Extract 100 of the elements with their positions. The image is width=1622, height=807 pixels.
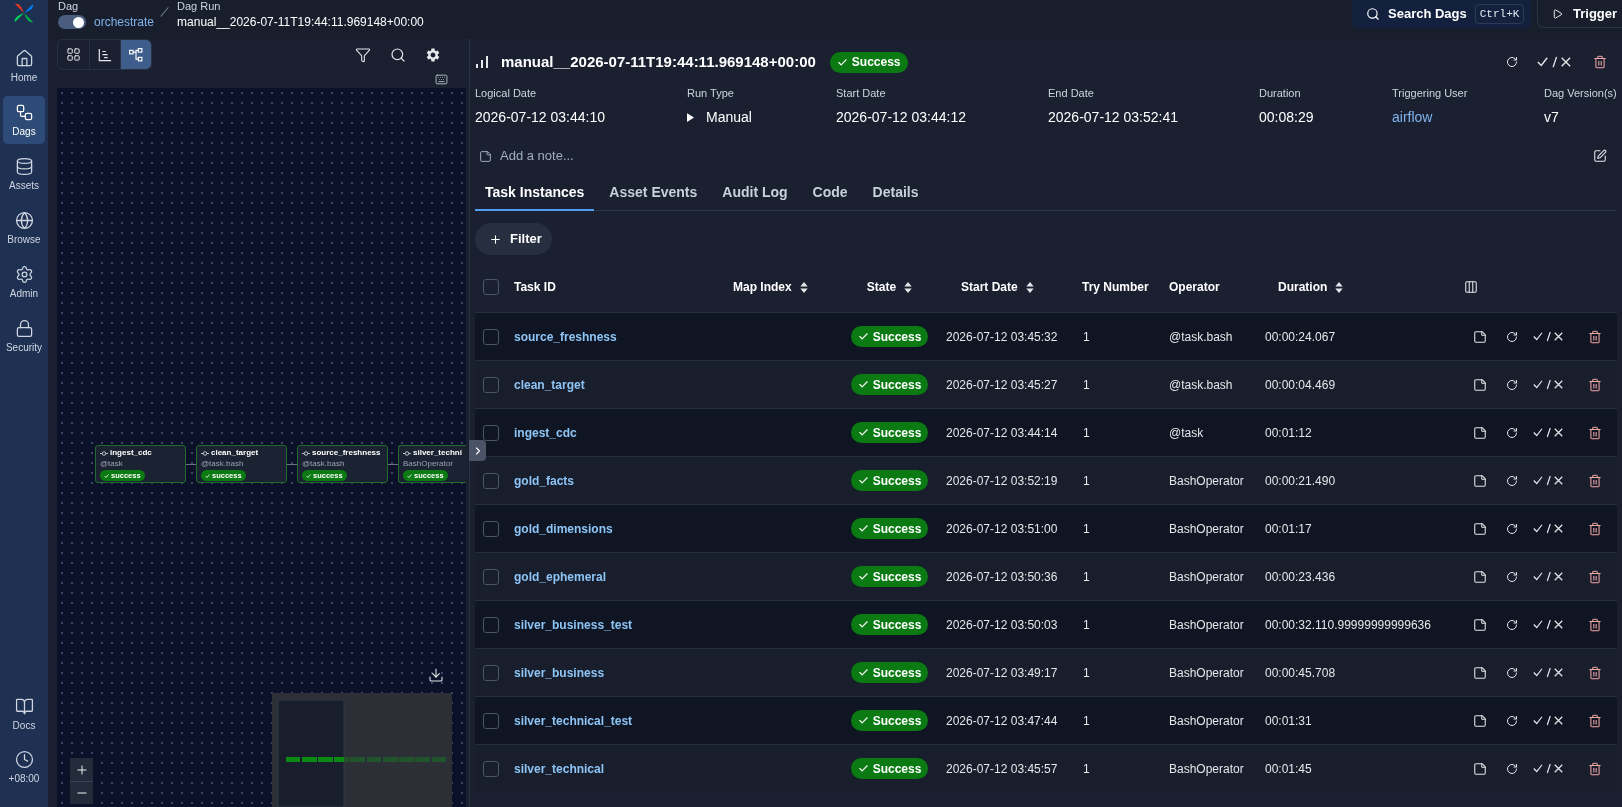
delete-button[interactable]: [1588, 761, 1602, 776]
edit-note-button[interactable]: [1593, 149, 1607, 163]
dag-run-name[interactable]: manual__2026-07-11T19:44:11.969148+00:00: [177, 15, 424, 29]
note-placeholder[interactable]: Add a note...: [500, 146, 574, 166]
add-note-button[interactable]: [1473, 617, 1487, 632]
mark-state-button[interactable]: [1533, 763, 1563, 774]
clear-task-button[interactable]: [1506, 378, 1518, 391]
checkbox[interactable]: [483, 279, 499, 295]
mark-state-button[interactable]: [1533, 571, 1563, 582]
sidebar-item[interactable]: Dags: [3, 96, 45, 144]
task-id-link[interactable]: gold_dimensions: [514, 519, 613, 538]
clear-task-button[interactable]: [1506, 522, 1518, 535]
checkbox[interactable]: [483, 712, 499, 729]
clear-task-button[interactable]: [1506, 474, 1518, 487]
checkbox[interactable]: [483, 328, 499, 345]
columns-button[interactable]: [1464, 280, 1478, 294]
pinwheel-logo[interactable]: [12, 1, 36, 25]
task-id-link[interactable]: silver_technical: [514, 759, 605, 778]
collapse-button[interactable]: [469, 440, 486, 461]
tab[interactable]: Details: [862, 175, 929, 211]
clear-task-button[interactable]: [1506, 570, 1518, 583]
graph-view-button[interactable]: [120, 40, 151, 69]
checkbox[interactable]: [483, 424, 499, 441]
sidebar-item[interactable]: Browse: [3, 204, 45, 252]
mark-state-button[interactable]: [1533, 427, 1563, 438]
add-note-button[interactable]: [1473, 473, 1487, 488]
table-row[interactable]: ingest_cdc Success 2026-07-12 03:44:14 1 @task 00:01:12: [475, 408, 1617, 456]
column-header[interactable]: Start Date: [961, 278, 1034, 296]
sidebar-item[interactable]: Security: [3, 312, 45, 360]
tab[interactable]: Audit Log: [712, 175, 798, 211]
add-note-button[interactable]: [1473, 425, 1487, 440]
add-note-button[interactable]: [1473, 665, 1487, 680]
delete-button[interactable]: [1588, 617, 1602, 632]
clear-task-button[interactable]: [1506, 714, 1518, 727]
tab[interactable]: Asset Events: [599, 175, 708, 211]
clear-task-button[interactable]: [1506, 426, 1518, 439]
mark-state-button[interactable]: [1533, 619, 1563, 630]
table-row[interactable]: source_freshness Success 2026-07-12 03:45:32 1 @task.bash 00:00:24.067: [475, 312, 1617, 360]
table-row[interactable]: silver_business_test Success 2026-07-12 03:50:03 1 BashOperator 00:00:32.110.99999999999636: [475, 600, 1617, 648]
checkbox[interactable]: [483, 568, 499, 585]
tab[interactable]: Code: [802, 175, 858, 211]
column-header[interactable]: Duration: [1278, 278, 1344, 296]
clear-run-button[interactable]: [1506, 56, 1518, 68]
checkbox[interactable]: [483, 376, 499, 393]
user-link[interactable]: airflow: [1392, 106, 1433, 128]
add-note-button[interactable]: [1473, 329, 1487, 344]
filter-button[interactable]: [355, 46, 371, 63]
sidebar-item[interactable]: +08:00: [3, 743, 45, 791]
table-row[interactable]: gold_ephemeral Success 2026-07-12 03:50:36 1 BashOperator 00:00:23.436: [475, 552, 1617, 600]
clear-task-button[interactable]: [1506, 618, 1518, 631]
table-row[interactable]: gold_facts Success 2026-07-12 03:52:19 1 BashOperator 00:00:21.490: [475, 456, 1617, 504]
task-id-link[interactable]: silver_business_test: [514, 615, 633, 634]
table-row[interactable]: clean_target Success 2026-07-12 03:45:27 1 @task.bash 00:00:04.469: [475, 360, 1617, 408]
table-row[interactable]: silver_technical_test Success 2026-07-12 03:47:44 1 BashOperator 00:01:31: [475, 696, 1617, 744]
sidebar-item[interactable]: Admin: [3, 258, 45, 306]
mark-state-button[interactable]: [1533, 379, 1563, 390]
task-id-link[interactable]: ingest_cdc: [514, 423, 577, 442]
dag-link[interactable]: orchestrate: [94, 15, 155, 29]
add-note-button[interactable]: [1473, 569, 1487, 584]
delete-button[interactable]: [1593, 55, 1607, 69]
column-header[interactable]: State: [866, 278, 913, 296]
add-note-button[interactable]: [1473, 521, 1487, 536]
checkbox[interactable]: [483, 616, 499, 633]
add-note-button[interactable]: [1473, 761, 1487, 776]
mark-state-button[interactable]: [1537, 56, 1571, 68]
sidebar-item[interactable]: Docs: [3, 690, 45, 738]
toggle-switch[interactable]: [58, 15, 86, 29]
task-id-link[interactable]: silver_business: [514, 663, 605, 682]
table-row[interactable]: silver_technical Success 2026-07-12 03:45:57 1 BashOperator 00:01:45: [475, 744, 1617, 792]
clear-task-button[interactable]: [1506, 666, 1518, 679]
delete-button[interactable]: [1588, 329, 1602, 344]
task-id-link[interactable]: silver_technical_test: [514, 711, 633, 730]
zoom-out-button[interactable]: [70, 781, 93, 804]
delete-button[interactable]: [1588, 521, 1602, 536]
delete-button[interactable]: [1588, 425, 1602, 440]
add-note-button[interactable]: [1473, 377, 1487, 392]
search-button[interactable]: Search Dags Ctrl+K: [1352, 0, 1531, 28]
task-id-link[interactable]: gold_ephemeral: [514, 567, 607, 586]
add-note-button[interactable]: [1473, 713, 1487, 728]
checkbox[interactable]: [483, 664, 499, 681]
clear-task-button[interactable]: [1506, 762, 1518, 775]
clear-task-button[interactable]: [1506, 330, 1518, 343]
checkbox[interactable]: [483, 472, 499, 489]
zoom-in-button[interactable]: [70, 758, 93, 781]
filter-button[interactable]: Filter: [475, 223, 552, 255]
mark-state-button[interactable]: [1533, 523, 1563, 534]
delete-button[interactable]: [1588, 713, 1602, 728]
column-header[interactable]: Map Index: [733, 278, 808, 296]
table-row[interactable]: silver_business Success 2026-07-12 03:49:17 1 BashOperator 00:00:45.708: [475, 648, 1617, 696]
tab[interactable]: Task Instances: [475, 175, 595, 211]
delete-button[interactable]: [1588, 569, 1602, 584]
delete-button[interactable]: [1588, 377, 1602, 392]
search-button[interactable]: [390, 46, 406, 63]
sidebar-item[interactable]: Home: [3, 42, 45, 90]
table-row[interactable]: gold_dimensions Success 2026-07-12 03:51:00 1 BashOperator 00:01:17: [475, 504, 1617, 552]
task-id-link[interactable]: source_freshness: [514, 327, 617, 346]
delete-button[interactable]: [1588, 473, 1602, 488]
task-id-link[interactable]: gold_facts: [514, 471, 574, 490]
mark-state-button[interactable]: [1533, 667, 1563, 678]
delete-button[interactable]: [1588, 665, 1602, 680]
